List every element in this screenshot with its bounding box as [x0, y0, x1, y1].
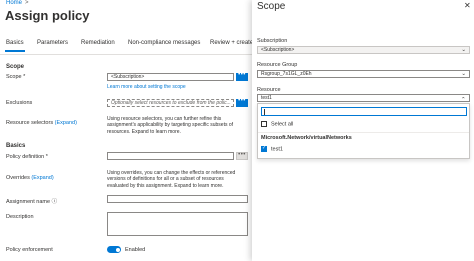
- resource-value: test1: [261, 95, 272, 101]
- tab-parameters[interactable]: Parameters: [37, 40, 68, 46]
- tab-non-compliance-messages[interactable]: Non-compliance messages: [128, 40, 200, 46]
- toggle-knob: [115, 247, 120, 252]
- tab-remediation[interactable]: Remediation: [81, 40, 115, 46]
- resource-dropdown: Select all Microsoft.Network/virtualNetw…: [257, 103, 470, 159]
- scope-label: Scope *: [6, 74, 25, 80]
- scope-panel: Scope ✕ Subscription <Subscription> ⌄ Re…: [252, 0, 474, 261]
- scope-label-text: Scope: [6, 74, 22, 80]
- exclusions-input[interactable]: Optionally select resources to exclude f…: [107, 99, 234, 107]
- tab-review-create[interactable]: Review + create: [210, 40, 253, 46]
- resource-selectors-label: Resource selectors (Expand): [6, 120, 77, 126]
- resource-group-label: Resource Group: [257, 62, 298, 68]
- subscription-label: Subscription: [257, 38, 288, 44]
- text-cursor: [264, 109, 265, 115]
- tab-bar: Basics Parameters Remediation Non-compli…: [0, 38, 253, 52]
- subscription-select[interactable]: <Subscription> ⌄: [257, 46, 470, 54]
- required-mark: *: [23, 74, 26, 80]
- description-textarea[interactable]: [107, 212, 248, 236]
- chevron-up-icon: ⌄: [461, 95, 466, 101]
- assignment-name-text: Assignment name: [6, 199, 51, 205]
- resource-option-label: test1: [271, 146, 283, 153]
- resource-filter-input[interactable]: [261, 107, 467, 116]
- chevron-down-icon: ⌄: [461, 71, 466, 77]
- scope-input[interactable]: <Subscription>: [107, 73, 234, 81]
- select-all-label: Select all: [271, 121, 294, 128]
- resource-selectors-text: Resource selectors: [6, 120, 54, 126]
- resource-group-value: Rsgroup_7s1GL_z0Eh: [261, 71, 312, 77]
- policy-enforcement-label: Policy enforcement: [6, 247, 53, 253]
- policy-definition-browse-button[interactable]: •••: [236, 152, 248, 160]
- tab-basics[interactable]: Basics: [5, 40, 25, 52]
- resource-label: Resource: [257, 87, 281, 93]
- basics-section-heading: Basics: [6, 143, 26, 149]
- breadcrumb: Home >: [6, 0, 29, 6]
- scope-panel-title: Scope: [257, 1, 286, 12]
- exclusions-label: Exclusions: [6, 100, 33, 106]
- page-title: Assign policy: [5, 8, 90, 23]
- policy-enforcement-toggle[interactable]: [107, 246, 121, 253]
- close-icon[interactable]: ✕: [464, 1, 471, 10]
- scope-section-heading: Scope: [6, 64, 25, 70]
- resource-option-test1[interactable]: test1: [261, 145, 283, 153]
- description-label: Description: [6, 214, 34, 220]
- overrides-label: Overrides (Expand): [6, 175, 54, 181]
- subscription-value: <Subscription>: [261, 47, 295, 53]
- policy-definition-input[interactable]: [107, 152, 234, 160]
- select-all-checkbox[interactable]: [261, 121, 267, 127]
- overrides-text: Overrides: [6, 175, 30, 181]
- overrides-expand-link[interactable]: (Expand): [31, 175, 53, 181]
- exclusions-browse-button[interactable]: •••: [236, 98, 248, 107]
- resource-select[interactable]: test1 ⌄: [257, 94, 470, 102]
- resource-selectors-expand-link[interactable]: (Expand): [55, 120, 77, 126]
- info-icon[interactable]: ⓘ: [52, 199, 58, 205]
- test1-checkbox[interactable]: [261, 145, 267, 152]
- required-mark: *: [45, 154, 48, 160]
- resource-type-group-label: Microsoft.Network/virtualNetworks: [261, 135, 352, 141]
- scope-browse-button[interactable]: •••: [236, 72, 248, 81]
- assignment-name-input[interactable]: [107, 195, 248, 203]
- resource-selectors-description: Using resource selectors, you can furthe…: [107, 116, 234, 135]
- policy-definition-label: Policy definition *: [6, 154, 48, 160]
- resource-group-select[interactable]: Rsgroup_7s1GL_z0Eh ⌄: [257, 70, 470, 78]
- select-all-option[interactable]: Select all: [261, 121, 293, 127]
- policy-enforcement-value: Enabled: [125, 247, 146, 253]
- dropdown-divider: [258, 132, 469, 133]
- breadcrumb-home-link[interactable]: Home: [6, 0, 22, 6]
- assignment-name-label: Assignment name ⓘ: [6, 197, 57, 205]
- chevron-down-icon: ⌄: [461, 47, 466, 53]
- breadcrumb-separator: >: [25, 0, 29, 6]
- policy-definition-text: Policy definition: [6, 154, 45, 160]
- overrides-description: Using overrides, you can change the effe…: [107, 170, 236, 189]
- tab-divider: [0, 54, 252, 55]
- learn-more-scope-link[interactable]: Learn more about setting the scope: [107, 84, 186, 90]
